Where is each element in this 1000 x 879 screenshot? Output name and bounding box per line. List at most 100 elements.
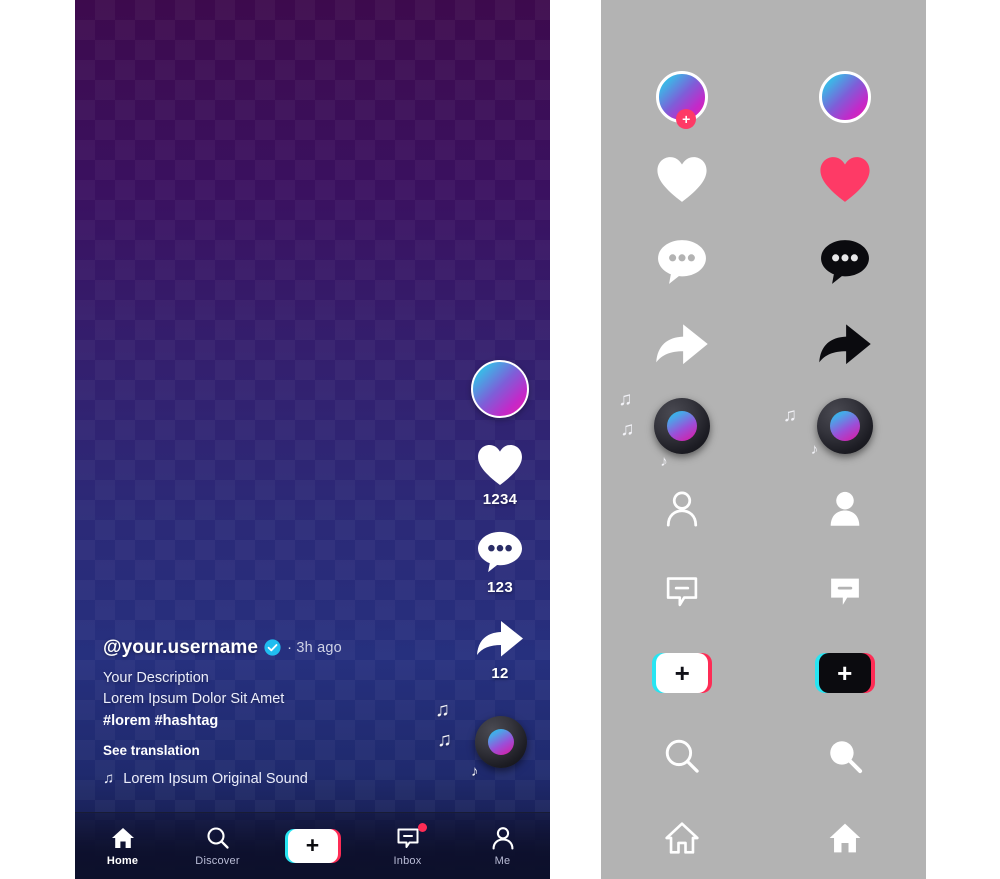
icon-heart-pink[interactable] <box>764 138 927 220</box>
plus-center-light: + <box>656 653 709 694</box>
icon-create-light[interactable]: + <box>601 632 764 714</box>
icon-heart-white[interactable] <box>601 138 764 220</box>
icon-reference-sheet: + ♫ ♫ ♪ ♫ ♪ + + <box>601 0 926 879</box>
icon-music-disc-right[interactable]: ♫ ♪ <box>764 385 927 467</box>
plus-white-layer: + <box>287 829 338 863</box>
icon-share-white[interactable] <box>601 303 764 385</box>
profile-avatar-button[interactable] <box>471 360 529 418</box>
nav-item-home[interactable]: Home <box>86 825 160 867</box>
music-disc-core <box>667 411 698 442</box>
profile-avatar[interactable] <box>471 360 529 418</box>
post-timestamp: · 3h ago <box>287 639 342 656</box>
icon-create-dark[interactable]: + <box>764 632 927 714</box>
music-disc-button[interactable]: ♫ ♫ ♪ <box>435 700 537 779</box>
icon-inbox-outline[interactable] <box>601 550 764 632</box>
icon-music-disc-left[interactable]: ♫ ♫ ♪ <box>601 385 764 469</box>
disc-body <box>654 398 711 455</box>
comment-count: 123 <box>487 579 513 596</box>
share-button[interactable]: 12 <box>475 618 525 682</box>
music-note-icon: ♫ <box>620 419 635 441</box>
like-count: 1234 <box>482 491 518 508</box>
plus-center-dark: + <box>818 653 871 694</box>
disc-body <box>816 398 873 455</box>
share-arrow-icon <box>477 621 523 657</box>
search-icon <box>206 827 229 849</box>
phone-video-screen: 1234 123 12 ♫ ♫ ♪ @your.username · 3h ag… <box>75 0 550 879</box>
icon-avatar-with-add[interactable]: + <box>601 56 764 138</box>
plus-create-icon: + <box>652 653 713 694</box>
music-note-icon: ♫ <box>435 699 450 721</box>
home-icon <box>829 823 861 853</box>
icon-comment-white[interactable] <box>601 221 764 303</box>
inbox-notification-dot <box>417 823 427 832</box>
comment-bubble-icon <box>820 239 869 284</box>
icon-home-filled[interactable] <box>764 797 927 879</box>
like-button[interactable]: 1234 <box>477 444 523 508</box>
person-icon <box>492 827 513 850</box>
sound-row[interactable]: ♫ Lorem Ipsum Original Sound <box>103 770 433 787</box>
heart-icon <box>820 157 870 202</box>
screenshot-stage: 1234 123 12 ♫ ♫ ♪ @your.username · 3h ag… <box>0 0 1000 879</box>
plus-sign: + <box>837 658 853 689</box>
bottom-navigation-bar: Home Discover + Inbox Me <box>75 812 550 879</box>
music-disc-icon <box>475 716 527 768</box>
nav-label-me: Me <box>494 855 511 867</box>
search-icon <box>666 739 699 773</box>
share-arrow-icon <box>819 323 871 364</box>
music-note-icon: ♫ <box>437 729 452 751</box>
search-icon <box>829 740 862 773</box>
home-icon <box>665 822 699 854</box>
post-description-line-2: Lorem Ipsum Dolor Sit Amet <box>103 690 285 707</box>
see-translation-link[interactable]: See translation <box>103 743 433 758</box>
sound-name-label: Lorem Ipsum Original Sound <box>123 770 308 787</box>
comment-bubble-icon <box>478 531 522 573</box>
icon-share-black[interactable] <box>764 303 927 385</box>
heart-icon <box>657 157 707 202</box>
comment-button[interactable]: 123 <box>477 530 523 596</box>
avatar-icon <box>818 71 871 124</box>
nav-item-me[interactable]: Me <box>466 825 540 867</box>
comment-bubble-icon <box>658 239 707 284</box>
verified-badge-icon <box>264 639 281 657</box>
icon-person-outline[interactable] <box>601 468 764 550</box>
icon-person-filled[interactable] <box>764 468 927 550</box>
post-author-row: @your.username · 3h ago <box>103 637 433 659</box>
post-description-line-1: Your Description <box>103 669 209 686</box>
nav-item-inbox[interactable]: Inbox <box>371 823 445 867</box>
music-note-icon: ♫ <box>103 770 115 787</box>
plus-sign: + <box>305 831 320 858</box>
icon-search-outline[interactable] <box>601 714 764 796</box>
action-rail: 1234 123 12 ♫ ♫ ♪ <box>435 360 537 779</box>
post-hashtags[interactable]: #lorem #hashtag <box>103 711 433 732</box>
plus-create-icon: + <box>814 653 875 694</box>
inbox-bubble-icon <box>397 828 418 848</box>
plus-create-icon[interactable]: + <box>284 829 341 863</box>
plus-sign: + <box>674 658 690 689</box>
music-disc-core <box>829 411 860 442</box>
music-note-icon: ♪ <box>810 441 819 459</box>
share-arrow-icon <box>656 323 708 364</box>
username-label[interactable]: @your.username <box>103 637 258 659</box>
nav-item-discover[interactable]: Discover <box>181 825 255 867</box>
home-icon <box>111 828 134 848</box>
music-disc-icon: ♫ ♫ ♪ <box>618 390 711 469</box>
icon-grid: + ♫ ♫ ♪ ♫ ♪ + + <box>601 0 926 879</box>
person-icon <box>667 491 698 527</box>
inbox-bubble-icon <box>667 577 698 607</box>
music-note-icon: ♫ <box>618 389 633 411</box>
icon-inbox-filled[interactable] <box>764 550 927 632</box>
nav-item-create[interactable]: + <box>276 829 350 863</box>
icon-search-filled[interactable] <box>764 714 927 796</box>
icon-comment-black[interactable] <box>764 221 927 303</box>
add-badge-icon: + <box>676 109 697 130</box>
music-disc-core <box>488 729 514 755</box>
nav-label-home: Home <box>106 855 139 867</box>
person-icon <box>830 491 860 526</box>
post-caption: @your.username · 3h ago Your Description… <box>103 637 433 787</box>
nav-label-discover: Discover <box>195 855 240 867</box>
nav-label-inbox: Inbox <box>393 855 422 867</box>
share-count: 12 <box>491 665 509 682</box>
inbox-bubble-icon <box>830 578 859 605</box>
icon-avatar-plain[interactable] <box>764 56 927 138</box>
icon-home-outline[interactable] <box>601 797 764 879</box>
